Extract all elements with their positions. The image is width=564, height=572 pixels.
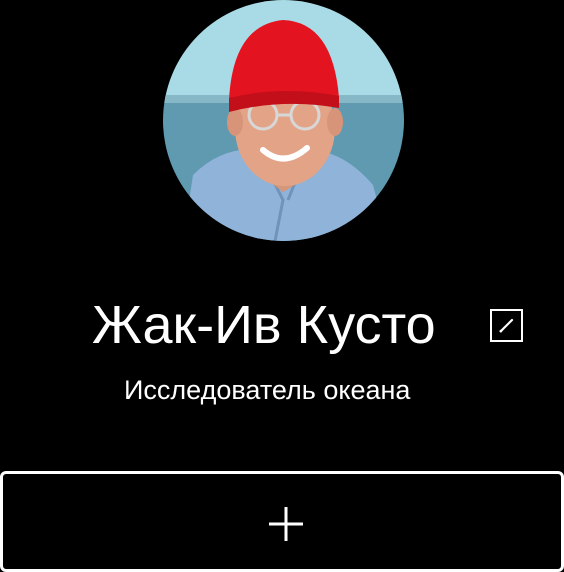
profile-name-row: Жак-Ив Кусто bbox=[92, 292, 436, 358]
edit-profile-button[interactable] bbox=[490, 309, 523, 342]
add-button[interactable] bbox=[0, 471, 564, 572]
avatar-photo bbox=[163, 0, 404, 241]
plus-icon bbox=[269, 507, 303, 541]
profile-subtitle: Исследователь океана bbox=[124, 375, 411, 405]
pencil-icon bbox=[499, 318, 514, 333]
profile-name: Жак-Ив Кусто bbox=[92, 295, 436, 355]
profile-avatar[interactable] bbox=[163, 0, 404, 241]
